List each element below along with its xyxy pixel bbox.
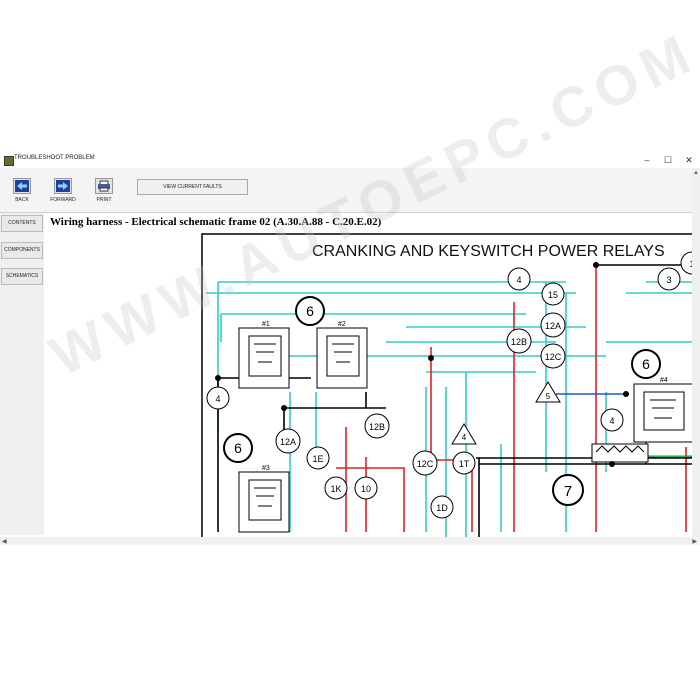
callout-1T: 1T [452,451,476,475]
svg-text:3: 3 [666,275,671,285]
svg-text:6: 6 [306,303,314,319]
callout-7: 7 [552,474,584,506]
callout-12B-b: 12B [364,413,390,439]
svg-text:12C: 12C [545,352,562,362]
svg-text:12B: 12B [511,337,527,347]
electrical-schematic[interactable]: CRANKING AND KEYSWITCH POWER RELAYS #1 #… [46,232,692,537]
svg-text:5: 5 [546,392,551,401]
relay-1-label: #1 [262,321,270,328]
callout-1K: 1K [324,476,348,500]
back-button[interactable] [13,178,31,194]
svg-text:12A: 12A [280,437,296,447]
print-button[interactable] [95,178,113,194]
svg-text:7: 7 [564,483,572,500]
callout-6-a: 6 [295,296,325,326]
svg-text:4: 4 [215,394,220,404]
troubleshoot-window: TROUBLESHOOT PROBLEM – ☐ ✕ BACK FORWARD … [0,152,700,547]
callout-4-c: 4 [600,408,624,432]
connector-block [591,443,649,463]
svg-text:4: 4 [516,275,521,285]
callout-3: 3 [657,267,681,291]
schematic-title: CRANKING AND KEYSWITCH POWER RELAYS [312,243,665,260]
callout-1E: 1E [306,446,330,470]
scroll-left-icon[interactable]: ◀ [2,538,7,545]
svg-text:1D: 1D [436,503,448,513]
printer-icon [98,180,110,192]
relay-3[interactable]: #3 [238,465,290,533]
view-current-faults-button[interactable]: VIEW CURRENT FAULTS [137,179,248,195]
callout-12A-b: 12A [275,428,301,454]
callout-6-c: 6 [631,349,661,379]
callout-10: 10 [354,476,378,500]
callout-12C-b: 12C [412,450,438,476]
svg-text:10: 10 [361,484,371,494]
svg-text:12B: 12B [369,422,385,432]
svg-text:6: 6 [642,356,650,372]
svg-text:12C: 12C [417,459,434,469]
scroll-up-icon[interactable]: ▲ [693,170,699,176]
window-title: TROUBLESHOOT PROBLEM [14,155,95,161]
relay-1[interactable]: #1 [238,321,290,389]
callout-15: 15 [541,282,565,306]
svg-text:1T: 1T [459,459,470,469]
callout-12C-a: 12C [540,343,566,369]
toolbar: BACK FORWARD PRINT VIEW CURRENT FAULTS [0,168,700,213]
minimize-button[interactable]: – [638,153,656,167]
app-icon [4,156,14,166]
maximize-button[interactable]: ☐ [659,153,677,167]
relay-2[interactable]: #2 [316,321,368,389]
svg-text:12A: 12A [545,321,561,331]
svg-text:15: 15 [548,290,558,300]
relay-3-label: #3 [262,465,270,472]
horizontal-scrollbar[interactable]: ◀ ▶ [0,537,700,545]
callout-6-b: 6 [223,433,253,463]
forward-label: FORWARD [50,197,76,203]
scroll-right-icon[interactable]: ▶ [692,538,697,545]
svg-text:4: 4 [462,433,467,442]
vertical-scrollbar[interactable]: ▲ [692,168,700,543]
left-arrow-icon [15,180,29,192]
svg-text:1: 1 [689,259,692,269]
back-label: BACK [15,197,29,203]
sidebar: CONTENTS COMPONENTS SCHEMATICS [0,213,44,535]
sidebar-item-components[interactable]: COMPONENTS [1,242,43,259]
sidebar-item-schematics[interactable]: SCHEMATICS [1,268,43,285]
page-title: Wiring harness - Electrical schematic fr… [50,216,382,228]
callout-4-a: 4 [206,386,230,410]
relay-4[interactable]: #4 [633,377,692,443]
svg-text:1E: 1E [312,454,323,464]
print-label: PRINT [96,197,112,203]
callout-12A-a: 12A [540,312,566,338]
close-button[interactable]: ✕ [680,153,698,167]
forward-button[interactable] [54,178,72,194]
svg-text:4: 4 [609,416,614,426]
sidebar-item-contents[interactable]: CONTENTS [1,215,43,232]
relay-2-label: #2 [338,321,346,328]
title-bar: TROUBLESHOOT PROBLEM – ☐ ✕ [0,152,700,168]
callout-4-b: 4 [507,267,531,291]
callout-12B-a: 12B [506,328,532,354]
callout-1D: 1D [430,495,454,519]
relay-4-label: #4 [660,377,668,384]
right-arrow-icon [56,180,70,192]
svg-text:1K: 1K [330,484,341,494]
svg-text:6: 6 [234,440,242,456]
